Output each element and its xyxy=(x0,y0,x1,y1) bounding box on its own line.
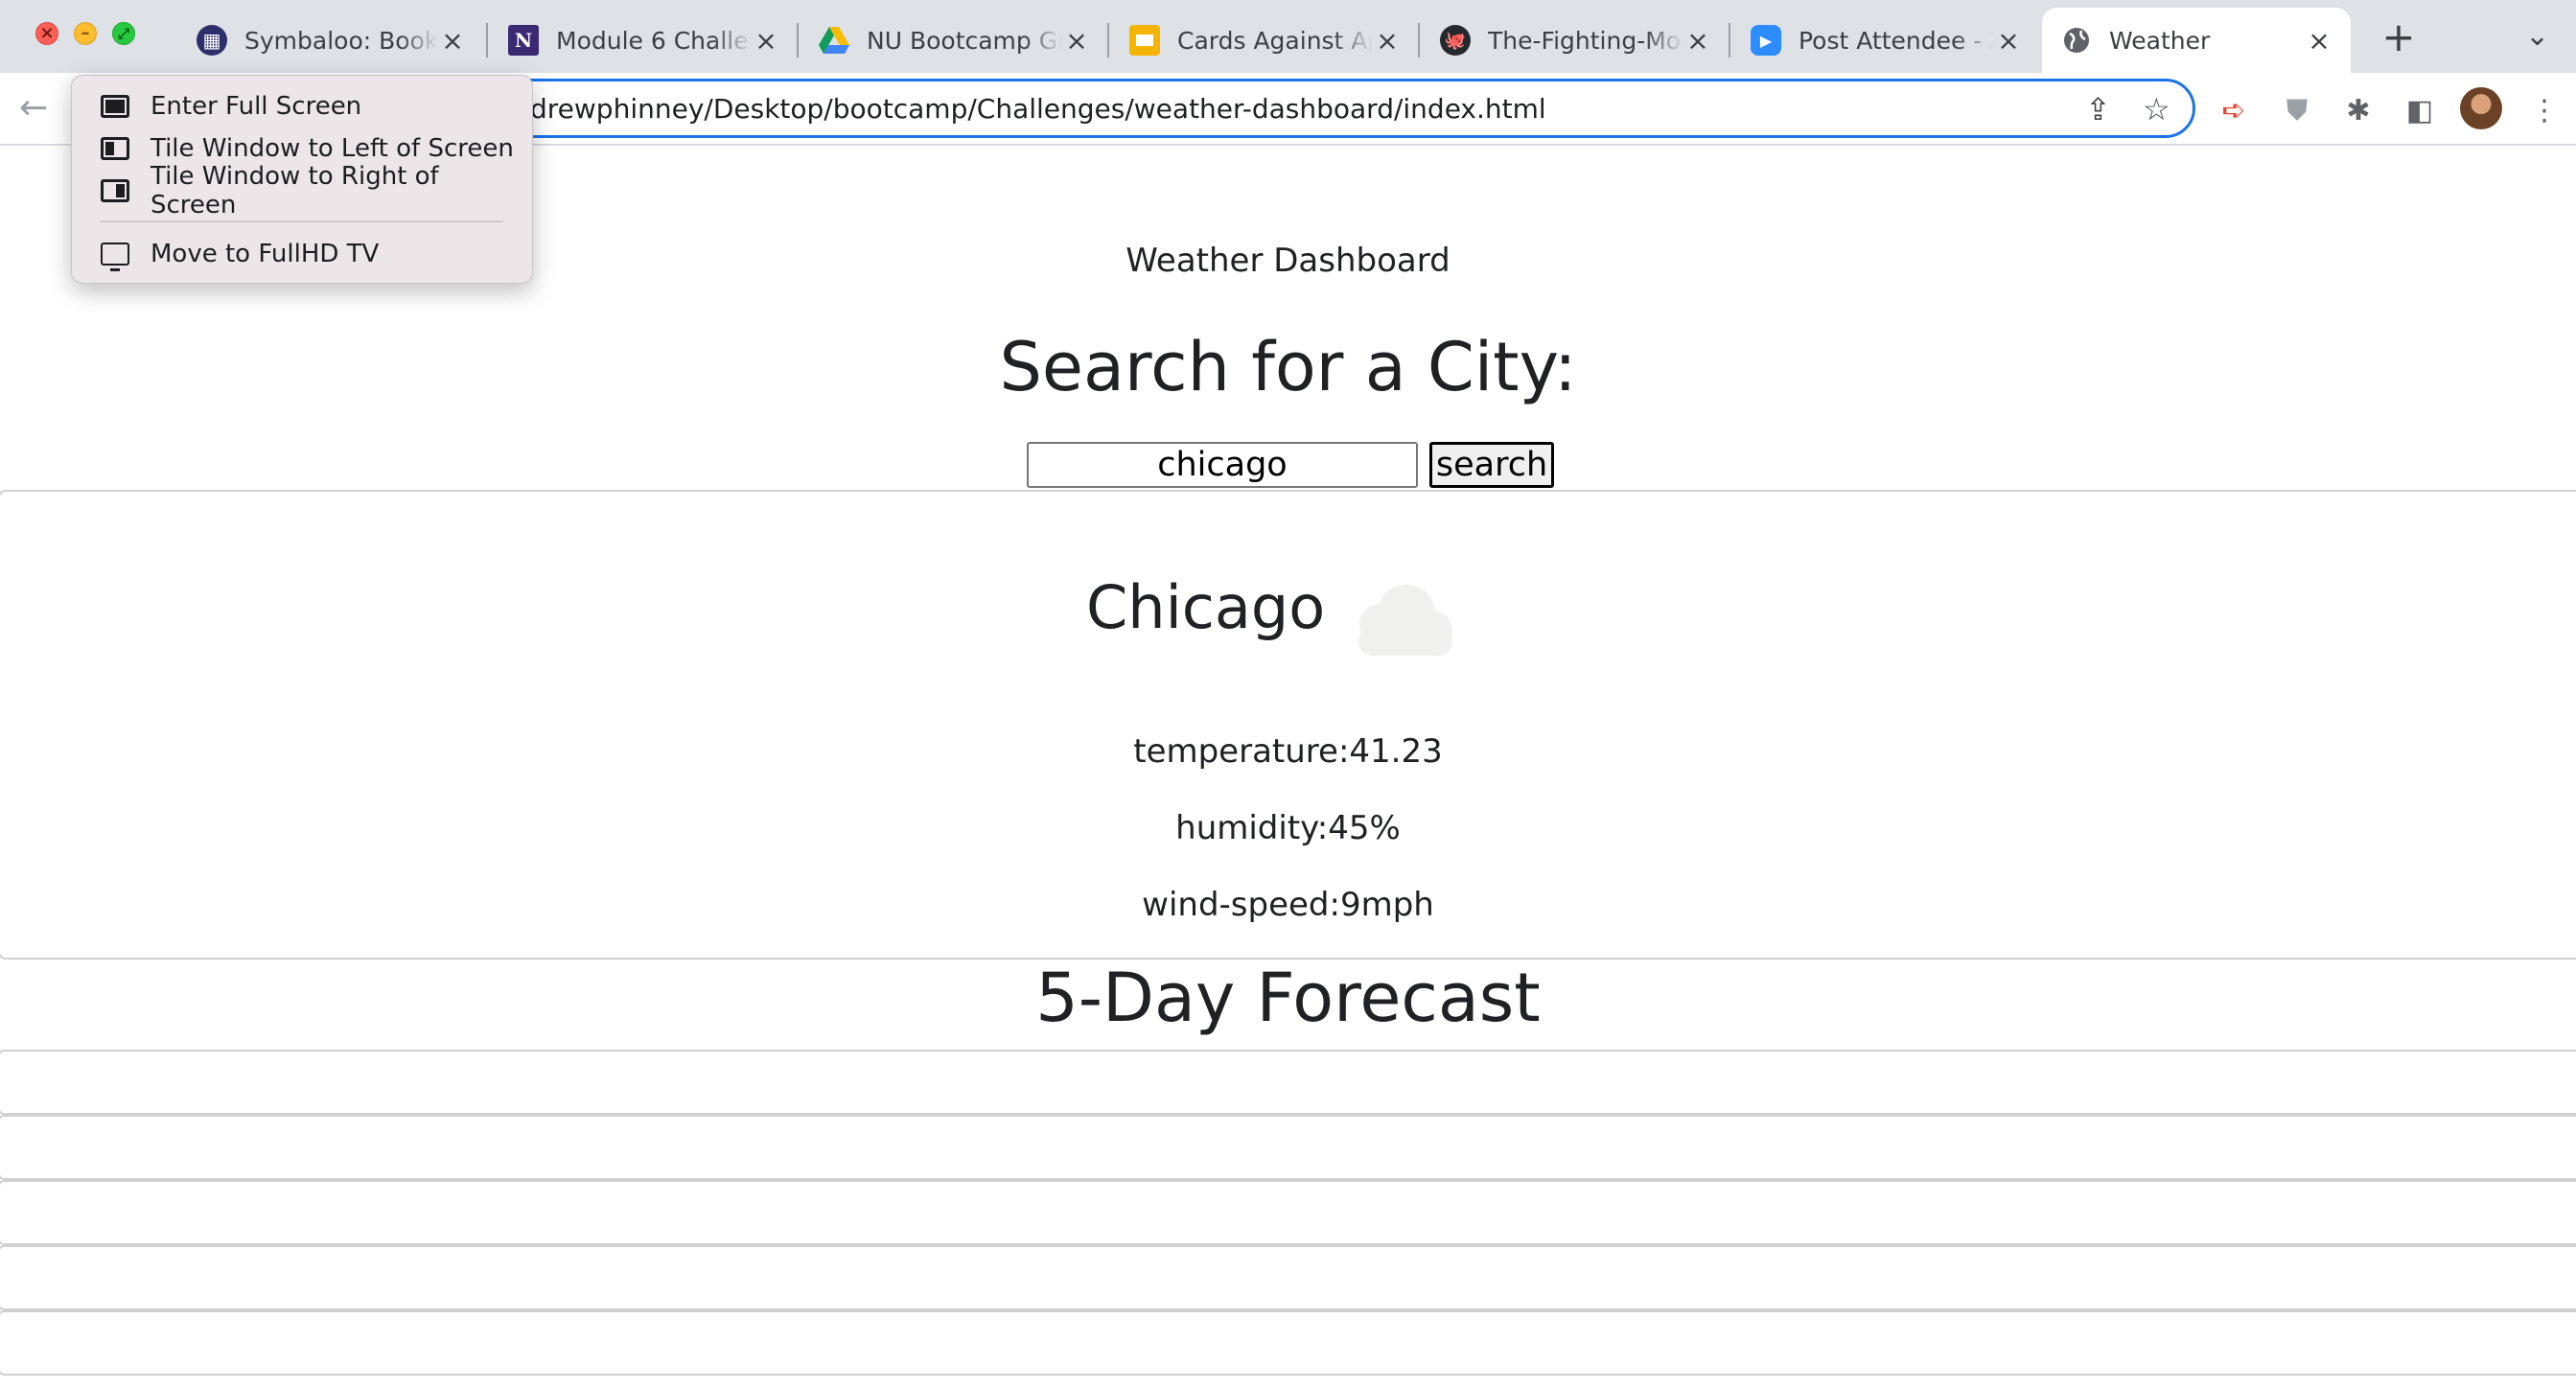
menu-item-label: Move to FullHD TV xyxy=(151,240,380,268)
google-drive-icon xyxy=(819,25,849,56)
globe-icon xyxy=(2061,25,2092,56)
temperature-value: temperature:41.23 xyxy=(1133,732,1443,771)
tab-nu-bootcamp[interactable]: NU Bootcamp Group × xyxy=(800,8,1108,73)
forecast-day-card xyxy=(0,1310,2576,1376)
extension-record-icon[interactable]: ➪ xyxy=(2217,94,2250,127)
tab-separator xyxy=(1418,23,1420,58)
extensions-puzzle-icon[interactable]: ✱ xyxy=(2342,94,2375,127)
city-name: Chicago xyxy=(1086,572,1326,642)
tab-title: Symbaloo: Bookmarks xyxy=(244,26,438,55)
search-button[interactable]: search xyxy=(1429,442,1554,488)
tab-close-icon[interactable]: × xyxy=(1062,25,1091,57)
tab-github[interactable]: 🐙 The-Fighting-Mongooses × xyxy=(1421,8,1729,73)
tile-left-icon xyxy=(101,137,129,160)
tab-strip: × – ⤢ ▦ Symbaloo: Bookmarks × N Module 6… xyxy=(0,0,2576,73)
tab-title: Cards Against Apes xyxy=(1177,26,1373,55)
window-close-button[interactable]: × xyxy=(35,22,58,45)
close-x-icon: × xyxy=(39,23,55,43)
tab-title: Module 6 Challenge xyxy=(556,26,752,55)
tab-close-icon[interactable]: × xyxy=(752,25,780,57)
tab-separator xyxy=(1729,23,1730,58)
extension-shield-icon[interactable]: ⛊ xyxy=(2281,94,2313,127)
menu-item-label: Tile Window to Right of Screen xyxy=(150,162,439,220)
cloud-icon xyxy=(1358,585,1452,656)
tile-right-icon xyxy=(101,179,129,202)
tab-title: The-Fighting-Mongooses xyxy=(1488,26,1683,55)
tab-separator xyxy=(486,23,488,58)
tab-close-icon[interactable]: × xyxy=(1373,25,1402,57)
notion-n-icon: N xyxy=(508,25,539,56)
menu-item-label: Enter Full Screen xyxy=(151,92,362,121)
side-panel-icon[interactable]: ◧ xyxy=(2403,94,2436,127)
tab-separator xyxy=(1107,23,1109,58)
github-icon: 🐙 xyxy=(1440,25,1471,56)
tab-title: Post Attendee - Zoom xyxy=(1799,26,1994,55)
tab-close-icon[interactable]: × xyxy=(1683,25,1712,57)
url-text[interactable]: drewphinney/Desktop/bootcamp/Challenges/… xyxy=(530,93,1546,125)
window-zoom-button[interactable]: ⤢ xyxy=(112,22,135,45)
tab-module6[interactable]: N Module 6 Challenge × xyxy=(489,8,798,73)
forecast-day-card xyxy=(0,1115,2576,1180)
forecast-day-card xyxy=(0,1245,2576,1310)
symbaloo-icon: ▦ xyxy=(197,25,227,56)
minimize-icon: – xyxy=(81,23,90,43)
forecast-heading: 5-Day Forecast xyxy=(1035,959,1541,1037)
humidity-value: humidity:45% xyxy=(1175,809,1401,847)
bookmark-star-icon[interactable]: ☆ xyxy=(2143,91,2170,127)
tab-close-icon[interactable]: × xyxy=(1994,25,2023,57)
zoom-icon: ▶ xyxy=(1751,25,1781,56)
fullscreen-icon xyxy=(101,95,129,118)
more-menu-icon[interactable]: ⋮ xyxy=(2528,94,2561,127)
forecast-day-card xyxy=(0,1050,2576,1115)
tab-cards-against-apes[interactable]: Cards Against Apes × xyxy=(1110,8,1419,73)
back-arrow-icon[interactable]: ← xyxy=(19,88,48,127)
tab-symbaloo[interactable]: ▦ Symbaloo: Bookmarks × xyxy=(177,8,484,73)
new-tab-button[interactable]: + xyxy=(2375,13,2423,61)
share-icon[interactable]: ⇪ xyxy=(2085,91,2111,127)
menu-divider xyxy=(101,220,503,222)
profile-avatar[interactable] xyxy=(2460,87,2502,129)
google-slides-icon xyxy=(1129,25,1160,56)
tab-separator xyxy=(797,23,799,58)
tab-zoom[interactable]: ▶ Post Attendee - Zoom × xyxy=(1731,8,2040,73)
menu-item-tile-right[interactable]: Tile Window to Right of Screen xyxy=(72,162,532,220)
wind-speed-value: wind-speed:9mph xyxy=(1142,886,1434,924)
menu-item-enter-full-screen[interactable]: Enter Full Screen xyxy=(72,87,532,126)
tab-title: Weather xyxy=(2109,26,2211,55)
tv-icon xyxy=(101,243,129,271)
fullscreen-arrows-icon: ⤢ xyxy=(117,25,129,42)
menu-item-move-to-tv[interactable]: Move to FullHD TV xyxy=(72,235,532,273)
menu-item-label: Tile Window to Left of Screen xyxy=(151,134,514,163)
tab-close-icon[interactable]: × xyxy=(2305,25,2333,57)
tab-close-icon[interactable]: × xyxy=(438,25,467,57)
forecast-day-card xyxy=(0,1180,2576,1245)
address-bar[interactable]: drewphinney/Desktop/bootcamp/Challenges/… xyxy=(403,79,2195,138)
search-heading: Search for a City: xyxy=(999,328,1577,406)
window-minimize-button[interactable]: – xyxy=(74,22,97,45)
window-tile-menu: Enter Full Screen Tile Window to Left of… xyxy=(71,75,533,284)
tab-title: NU Bootcamp Group xyxy=(867,26,1062,55)
tab-weather[interactable]: Weather × xyxy=(2042,8,2351,73)
city-search-input[interactable] xyxy=(1027,442,1418,488)
tab-search-chevron-icon[interactable]: ⌄ xyxy=(2525,19,2549,53)
weather-dashboard-page: Weather Dashboard Search for a City: sea… xyxy=(0,146,2576,1388)
